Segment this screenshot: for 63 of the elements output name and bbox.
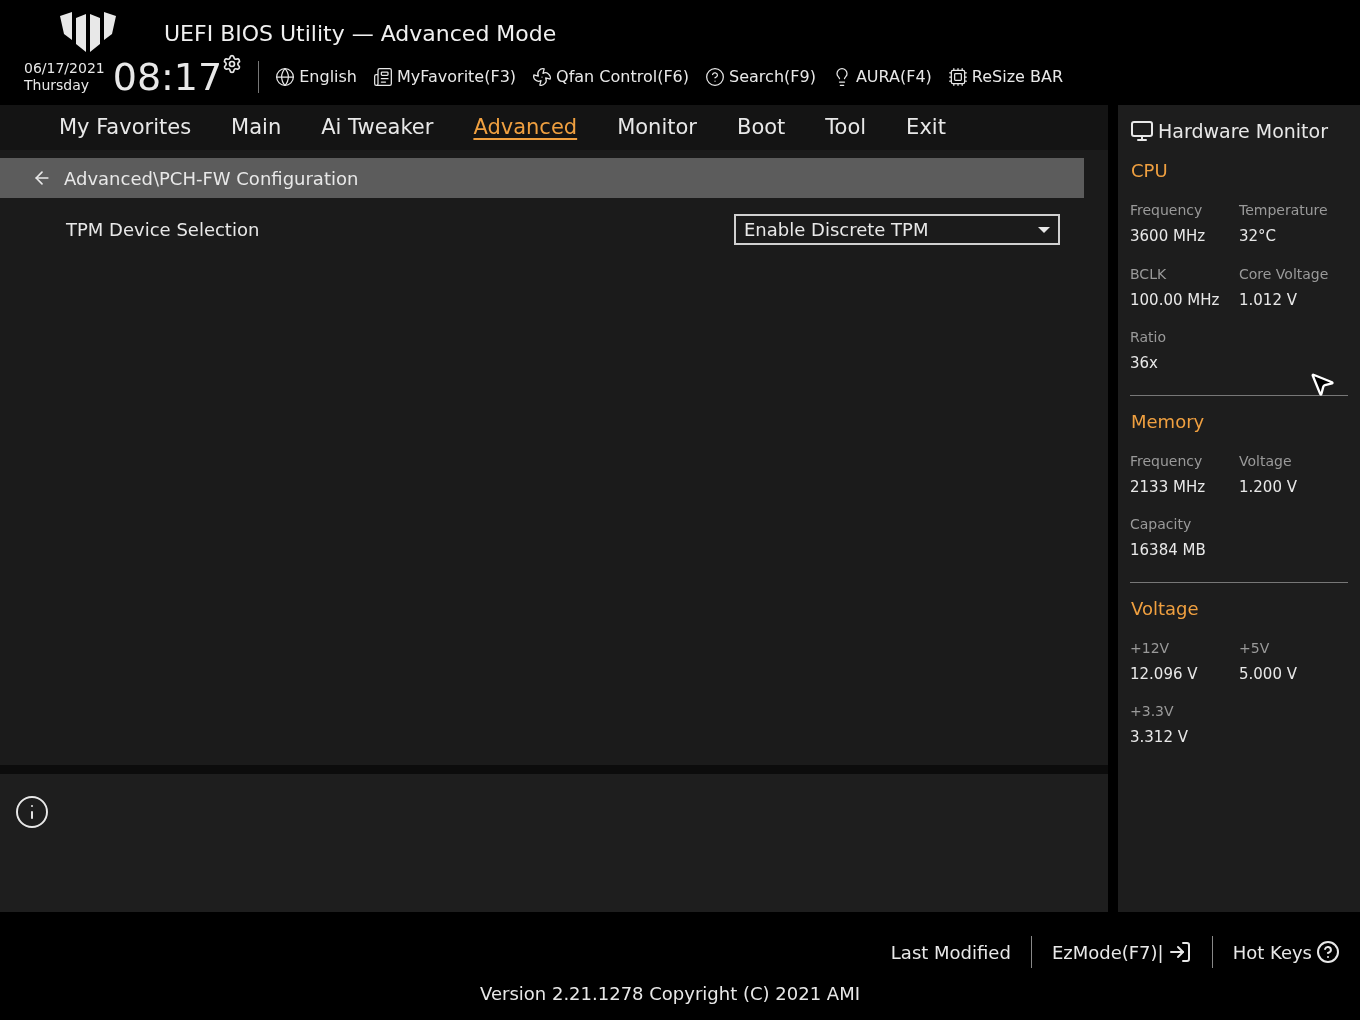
footer-button[interactable]: Hot Keys — [1232, 938, 1340, 966]
fan-icon — [532, 67, 553, 87]
stat-value: 3.312 V — [1130, 727, 1189, 748]
stat-label: Core Voltage — [1239, 264, 1330, 284]
toolbar-button[interactable]: MyFavorite(F3) — [373, 65, 517, 89]
date-text: 06/17/2021 — [24, 59, 105, 77]
clock-text: 08:17 — [112, 58, 223, 96]
settings-icon[interactable] — [222, 54, 243, 74]
setting-label: TPM Device Selection — [66, 218, 260, 242]
panel-title: Hardware Monitor — [1158, 118, 1328, 144]
stat-label: Frequency — [1130, 201, 1204, 220]
stat-value: 12.096 V — [1130, 663, 1199, 685]
section-title: Voltage — [1131, 596, 1200, 621]
help-icon — [705, 67, 726, 87]
stat-label: Temperature — [1239, 201, 1329, 220]
menu-tab[interactable]: Exit — [906, 111, 946, 144]
menu-tab[interactable]: My Favorites — [59, 111, 192, 144]
window-title: UEFI BIOS Utility — Advanced Mode — [164, 20, 557, 48]
menu-tab[interactable]: Main — [231, 111, 282, 144]
stat-label: Voltage — [1239, 451, 1293, 471]
monitor-icon — [1130, 119, 1154, 143]
day-text: Thursday — [24, 77, 91, 95]
exit-icon — [1167, 940, 1192, 964]
caret-icon — [1038, 226, 1050, 233]
stat-label: BCLK — [1130, 264, 1168, 284]
stat-label: +12V — [1130, 638, 1171, 658]
stat-value: 1.200 V — [1239, 476, 1298, 498]
breadcrumb-text: Advanced\PCH-FW Configuration — [64, 166, 359, 191]
menu-tab[interactable]: Tool — [825, 111, 867, 144]
stat-value: 5.000 V — [1239, 663, 1298, 685]
stat-label: Ratio — [1130, 328, 1167, 347]
help-icon — [1316, 940, 1340, 964]
menu-tab[interactable]: Advanced — [473, 111, 578, 144]
version-text: Version 2.21.1278 Copyright (C) 2021 AMI — [480, 982, 860, 1006]
stat-label: +3.3V — [1130, 702, 1175, 721]
stat-value: 3600 MHz — [1130, 226, 1207, 247]
toolbar-button[interactable]: AURA(F4) — [831, 65, 932, 89]
globe-icon — [275, 67, 296, 87]
stat-value: 16384 MB — [1130, 540, 1207, 561]
toolbar-button[interactable]: ReSize BAR — [947, 65, 1064, 89]
toolbar-button[interactable]: Search(F9) — [705, 65, 816, 89]
menu-tab[interactable]: Monitor — [617, 111, 697, 144]
toolbar-button[interactable]: Qfan Control(F6) — [532, 65, 690, 89]
info-icon — [14, 794, 50, 830]
footer-button[interactable]: Last Modified — [890, 938, 1011, 966]
stat-value: 2133 MHz — [1130, 476, 1207, 498]
toolbar-button[interactable]: English — [275, 65, 357, 89]
stat-value: 100.00 MHz — [1130, 289, 1221, 311]
chip-icon — [947, 67, 968, 87]
stat-value: 36x — [1130, 353, 1159, 374]
footer-button[interactable]: EzMode(F7)| — [1051, 938, 1192, 966]
stat-label: Frequency — [1130, 451, 1204, 471]
stat-label: Capacity — [1130, 515, 1193, 534]
section-title: Memory — [1131, 409, 1206, 434]
setting-dropdown[interactable]: Enable Discrete TPM — [734, 214, 1060, 245]
section-title: CPU — [1131, 159, 1169, 183]
stat-value: 32°C — [1239, 226, 1278, 247]
stat-label: +5V — [1239, 638, 1271, 658]
menu-tab[interactable]: Boot — [736, 111, 786, 144]
logo-icon — [60, 12, 116, 54]
stat-value: 1.012 V — [1239, 289, 1298, 311]
list-icon — [373, 67, 393, 87]
menu-tab[interactable]: Ai Tweaker — [321, 111, 434, 144]
